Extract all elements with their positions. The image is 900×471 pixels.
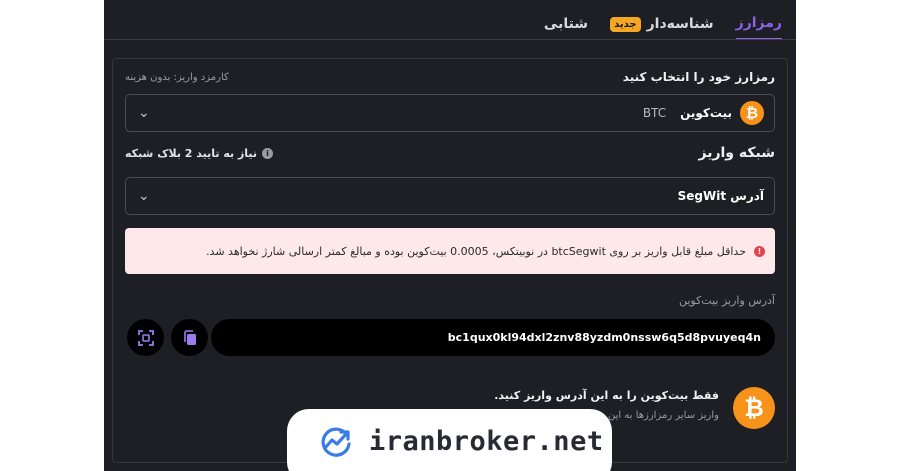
crypto-select[interactable]: ⌄ ₿ بیت‌کوین BTC xyxy=(125,94,775,132)
iranbroker-watermark: iranbroker.net xyxy=(287,409,612,471)
tab-label: رمزارز xyxy=(735,15,782,31)
watermark-text: iranbroker.net xyxy=(369,426,604,457)
notice-title: فقط بیت‌کوین را به این آدرس واریز کنید. xyxy=(494,389,719,402)
chevron-down-icon: ⌄ xyxy=(138,188,150,204)
qr-scan-icon xyxy=(137,329,154,346)
crypto-symbol: BTC xyxy=(642,106,667,120)
address-label: آدرس واریز بیت‌کوین xyxy=(678,294,775,307)
deposit-panel: شتابی شناسه‌دار جدید رمزارز کارمزد واریز… xyxy=(104,0,796,471)
network-select[interactable]: ⌄ آدرس SegWit xyxy=(125,177,775,215)
copy-button[interactable] xyxy=(171,319,208,356)
minimum-deposit-alert: ! حداقل مبلغ قابل واریز بر روی btcSegwit… xyxy=(125,228,775,274)
network-label-row: i نیاز به تایید 2 بلاک شبکه شبکه واریز xyxy=(125,145,775,161)
trend-logo-icon xyxy=(321,427,351,457)
tab-label: شناسه‌دار xyxy=(646,16,714,32)
crypto-select-label: رمزارز خود را انتخاب کنید xyxy=(622,70,775,84)
deposit-tabs: شتابی شناسه‌دار جدید رمزارز xyxy=(544,8,782,40)
new-badge: جدید xyxy=(610,16,641,32)
network-select-value: آدرس SegWit xyxy=(678,189,764,203)
tab-instant[interactable]: شتابی xyxy=(544,8,588,40)
crypto-label-row: کارمزد واریز: بدون هزینه رمزارز خود را ا… xyxy=(125,70,775,84)
copy-icon xyxy=(183,329,196,345)
chevron-down-icon: ⌄ xyxy=(138,105,150,121)
qr-button[interactable] xyxy=(127,319,164,356)
confirm-note-text: نیاز به تایید 2 بلاک شبکه xyxy=(125,146,258,160)
tab-crypto[interactable]: رمزارز xyxy=(735,8,782,40)
bitcoin-icon: ₿ xyxy=(733,387,775,429)
network-name: آدرس SegWit xyxy=(677,189,764,203)
crypto-select-value: ₿ بیت‌کوین BTC xyxy=(643,101,764,125)
info-icon: i xyxy=(262,147,274,159)
bitcoin-icon: ₿ xyxy=(740,101,764,125)
deposit-form: کارمزد واریز: بدون هزینه رمزارز خود را ا… xyxy=(112,58,788,463)
tabs-divider xyxy=(104,39,796,40)
tab-memo[interactable]: شناسه‌دار جدید xyxy=(610,8,714,40)
deposit-address-value: bc1qux0kl94dxl2znv88yzdm0nssw6q5d8pvuyeq… xyxy=(447,331,761,344)
deposit-address-field[interactable]: bc1qux0kl94dxl2znv88yzdm0nssw6q5d8pvuyeq… xyxy=(211,319,775,356)
confirm-note: i نیاز به تایید 2 بلاک شبکه xyxy=(125,146,274,160)
network-label: شبکه واریز xyxy=(698,145,775,161)
alert-text: حداقل مبلغ قابل واریز بر روی btcSegwit د… xyxy=(206,244,746,258)
tab-label: شتابی xyxy=(543,16,589,32)
crypto-name: بیت‌کوین xyxy=(680,106,732,120)
alert-icon: ! xyxy=(754,245,765,257)
fee-note: کارمزد واریز: بدون هزینه xyxy=(125,71,229,83)
